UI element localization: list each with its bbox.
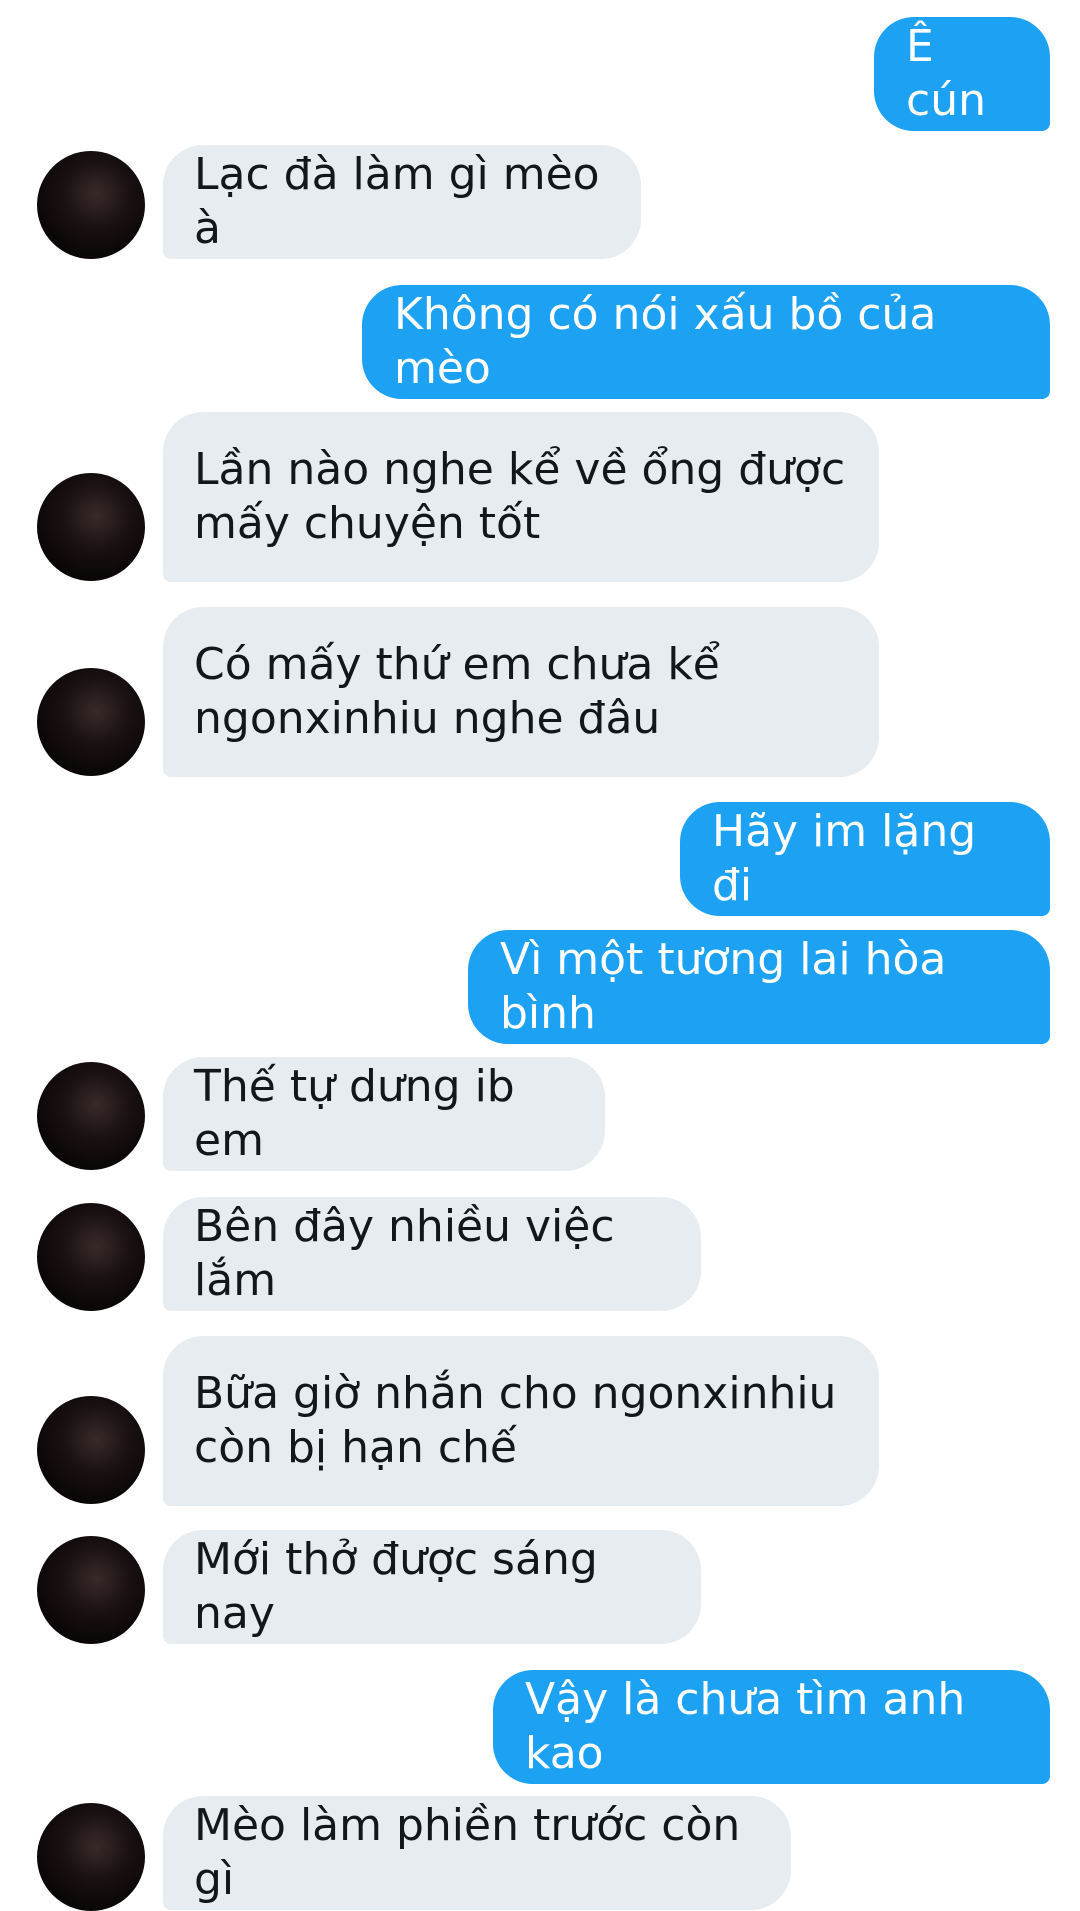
message-sent[interactable]: Không có nói xấu bồ của mèo (362, 285, 1050, 399)
message-sent[interactable]: Hãy im lặng đi (680, 802, 1050, 916)
message-sent[interactable]: Vì một tương lai hòa bình (468, 930, 1050, 1044)
message-sent[interactable]: Vậy là chưa tìm anh kao (493, 1670, 1050, 1784)
chat-thread: Ê cún Lạc đà làm gì mèo à Không có nói x… (0, 0, 1080, 1911)
avatar[interactable] (37, 473, 145, 581)
message-received[interactable]: Lần nào nghe kể về ổng được mấy chuyện t… (163, 412, 879, 582)
avatar[interactable] (37, 1803, 145, 1911)
message-received[interactable]: Mới thở được sáng nay (163, 1530, 701, 1644)
message-received[interactable]: Bữa giờ nhắn cho ngonxinhiu còn bị hạn c… (163, 1336, 879, 1506)
message-received[interactable]: Thế tự dưng ib em (163, 1057, 605, 1171)
avatar[interactable] (37, 1062, 145, 1170)
message-received[interactable]: Mèo làm phiền trước còn gì (163, 1796, 791, 1910)
avatar[interactable] (37, 1536, 145, 1644)
message-received[interactable]: Có mấy thứ em chưa kể ngonxinhiu nghe đâ… (163, 607, 879, 777)
avatar[interactable] (37, 1203, 145, 1311)
avatar[interactable] (37, 151, 145, 259)
message-received[interactable]: Lạc đà làm gì mèo à (163, 145, 641, 259)
message-received[interactable]: Bên đây nhiều việc lắm (163, 1197, 701, 1311)
message-sent[interactable]: Ê cún (874, 17, 1050, 131)
avatar[interactable] (37, 668, 145, 776)
avatar[interactable] (37, 1396, 145, 1504)
